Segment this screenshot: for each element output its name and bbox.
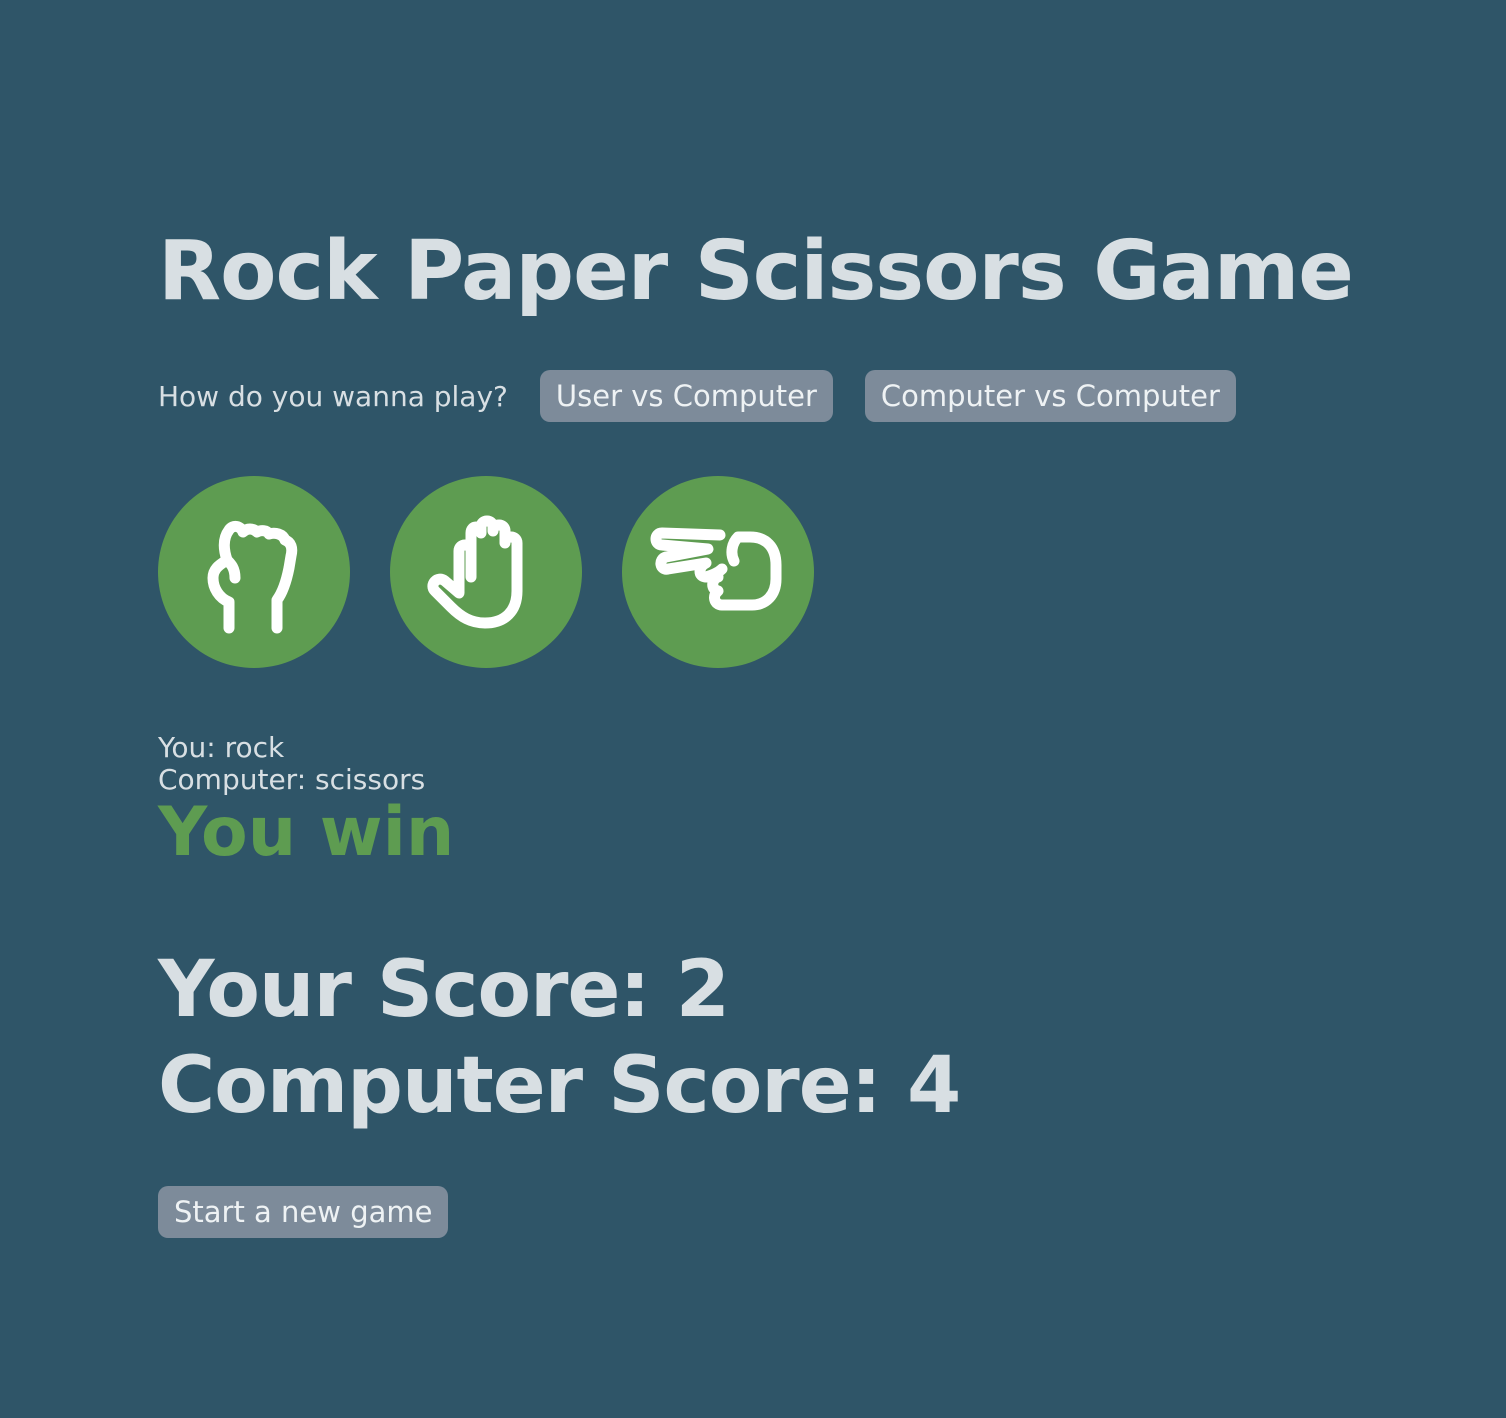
- rock-button[interactable]: [158, 476, 350, 668]
- user-vs-computer-button[interactable]: User vs Computer: [539, 370, 833, 422]
- new-game-wrapper: Start a new game: [158, 1186, 449, 1238]
- choice-buttons: [158, 476, 854, 668]
- computer-score: Computer Score: 4: [158, 1041, 961, 1131]
- outcome-text: You win: [158, 793, 455, 872]
- page-title: Rock Paper Scissors Game: [158, 224, 1354, 319]
- computer-choice-text: Computer: scissors: [158, 763, 426, 796]
- scoreboard: Your Score: 2 Computer Score: 4: [158, 942, 961, 1134]
- scissors-button[interactable]: [622, 476, 814, 668]
- round-result: You: rock Computer: scissors You win: [158, 732, 454, 870]
- mode-selector: How do you wanna play? User vs Computer …: [158, 370, 1236, 422]
- user-score: Your Score: 2: [158, 945, 730, 1035]
- mode-prompt: How do you wanna play?: [158, 379, 508, 413]
- paper-button[interactable]: [390, 476, 582, 668]
- rock-hand-icon: [207, 520, 298, 634]
- computer-vs-computer-button[interactable]: Computer vs Computer: [864, 370, 1236, 422]
- paper-hand-icon: [427, 515, 523, 629]
- user-choice-text: You: rock: [158, 731, 285, 764]
- new-game-button[interactable]: Start a new game: [158, 1186, 449, 1238]
- scissors-hand-icon: [650, 527, 782, 611]
